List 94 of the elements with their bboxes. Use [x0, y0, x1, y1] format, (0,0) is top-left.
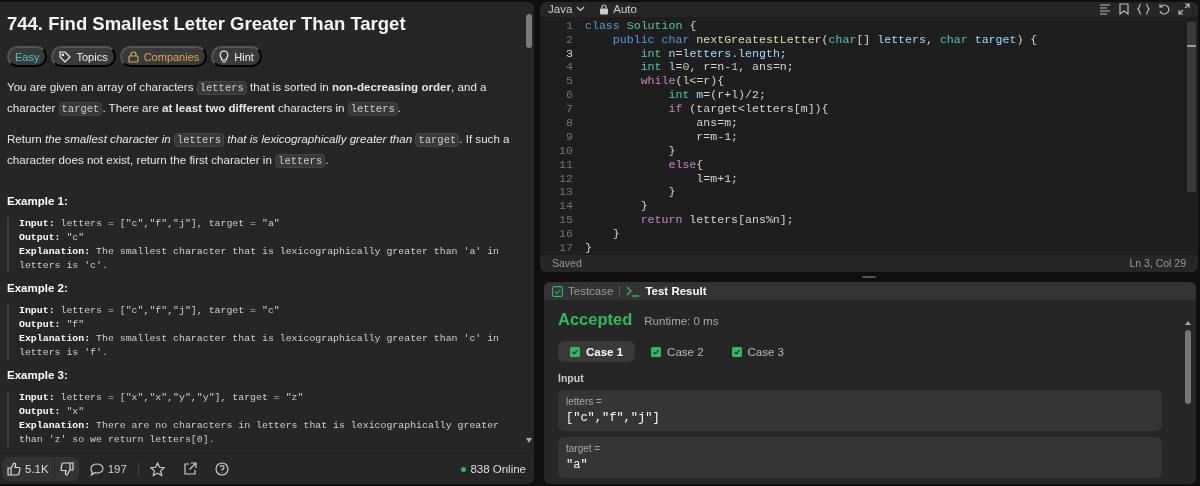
code-line: int n=letters.length;	[639, 46, 787, 61]
example-line: Output: "f"	[19, 318, 86, 332]
check-icon	[570, 346, 580, 357]
code-line: }	[585, 241, 592, 255]
panel-tab[interactable]: Test Result	[626, 285, 707, 297]
checkbox-icon	[552, 285, 563, 297]
format-icon[interactable]	[1099, 3, 1111, 16]
line-number: 12	[558, 171, 574, 186]
chevron-down-icon	[576, 6, 586, 13]
tag-icon	[59, 50, 72, 63]
cursor-position: Ln 3, Col 29	[1129, 257, 1186, 270]
lightbulb-icon	[219, 50, 230, 63]
case-tab[interactable]: Case 1	[558, 341, 636, 362]
line-number: 14	[558, 199, 574, 214]
code-line: l=m+1;	[695, 171, 739, 186]
example-heading: Example 2:	[7, 282, 69, 294]
example-line: Output: "x"	[19, 405, 86, 419]
comments-button[interactable]: 197	[82, 462, 134, 476]
share-icon	[182, 462, 197, 476]
line-number: 1	[565, 18, 574, 33]
lock-icon	[599, 3, 610, 15]
save-status: Saved	[552, 257, 582, 270]
braces-icon[interactable]	[1137, 3, 1150, 16]
example-line: Explanation: The smallest character that is lexicographically greater than 'c' in letters is 'f'.	[19, 332, 501, 360]
verdict: Accepted	[558, 310, 633, 329]
code-line: }	[611, 227, 620, 241]
code-line: int l=0, r=n-1, ans=n;	[639, 60, 794, 75]
code-line: int m=(r+l)/2;	[667, 88, 766, 103]
resize-handle[interactable]	[862, 276, 876, 278]
parameter-value: ["c","f","j"]	[566, 411, 661, 425]
bookmark-icon[interactable]	[1119, 3, 1129, 16]
language-dropdown[interactable]: Java	[548, 3, 586, 16]
topics-tag[interactable]: Topics	[51, 46, 116, 67]
comment-icon	[89, 462, 104, 476]
case-tab[interactable]: Case 3	[719, 341, 796, 362]
runtime: Runtime: 0 ms	[644, 315, 719, 327]
hint-tag[interactable]: Hint	[211, 46, 262, 67]
line-number: 4	[565, 60, 574, 75]
star-icon	[149, 461, 165, 477]
line-number: 5	[565, 74, 574, 89]
code-line: }	[639, 199, 648, 214]
companies-tag[interactable]: Companies	[119, 46, 208, 67]
code-line: else{	[667, 157, 704, 172]
input-heading: Input	[558, 372, 585, 384]
example-line: Input: letters = ["c","f","j"], target = "c"	[19, 304, 281, 318]
line-number: 10	[558, 143, 574, 158]
panel-tab[interactable]: Testcase	[552, 285, 614, 297]
code-line: class Solution {	[585, 18, 697, 33]
code-line: ans=m;	[695, 116, 739, 130]
line-number: 13	[558, 185, 574, 200]
line-number: 15	[558, 213, 574, 228]
difficulty-tag[interactable]: Easy	[7, 46, 48, 67]
reset-icon[interactable]	[1158, 3, 1170, 16]
line-number: 6	[565, 88, 574, 103]
code-line: r=m-1;	[695, 129, 739, 144]
check-icon	[731, 346, 742, 357]
online-count: 838 Online	[470, 463, 526, 475]
thumbs-down-icon	[59, 462, 74, 476]
example-line: Input: letters = ["c","f","j"], target = "a"	[19, 217, 281, 231]
auto-mode-button[interactable]: Auto	[599, 3, 637, 16]
line-number: 8	[565, 116, 574, 130]
example-line: Explanation: There are no characters in letters that is lexicographically greater than 'z' so we return letters[0].	[19, 419, 501, 447]
expand-icon[interactable]	[1178, 3, 1190, 16]
code-line: public char nextGreatestLetter(char[] letters, char target) {	[611, 32, 1038, 47]
line-number: 7	[565, 102, 574, 116]
parameter-value: "a"	[566, 458, 589, 472]
code-line: while(l<=r){	[639, 74, 725, 89]
example-heading: Example 1:	[7, 195, 69, 207]
line-number: 17	[558, 241, 574, 255]
terminal-icon	[626, 285, 641, 297]
lock-icon	[127, 50, 139, 63]
thumbs-up-icon	[7, 462, 21, 476]
online-status-icon	[461, 466, 467, 472]
parameter-name: letters =	[566, 396, 603, 407]
line-number: 9	[565, 129, 574, 144]
check-icon	[651, 346, 662, 357]
code-line: if (target<letters[m]){	[667, 102, 829, 116]
help-icon	[214, 462, 229, 476]
problem-title: 744. Find Smallest Letter Greater Than Target	[7, 12, 407, 36]
example-line: Input: letters = ["x","x","y","y"], target = "z"	[19, 391, 305, 405]
example-line: Output: "c"	[19, 231, 86, 245]
parameter-name: target =	[566, 443, 602, 454]
example-heading: Example 3:	[7, 369, 69, 381]
example-line: Explanation: The smallest character that is lexicographically greater than 'a' in letters is 'c'.	[19, 245, 501, 273]
line-number: 11	[558, 157, 574, 172]
problem-description: Return the smallest character in letters that is lexicographically greater than target . If such a character does not exist, return the first character in letters .	[7, 131, 511, 170]
case-tab[interactable]: Case 2	[639, 341, 716, 362]
code-line: }	[667, 143, 676, 158]
line-number: 3	[565, 46, 574, 61]
code-line: }	[667, 185, 676, 200]
problem-description: You are given an array of characters letters that is sorted in non-decreasing order, and a character target . There are at least two different characters in letters .	[7, 79, 488, 118]
line-number: 2	[565, 32, 574, 47]
line-number: 16	[558, 227, 574, 241]
code-line: return letters[ans%n];	[639, 213, 794, 228]
